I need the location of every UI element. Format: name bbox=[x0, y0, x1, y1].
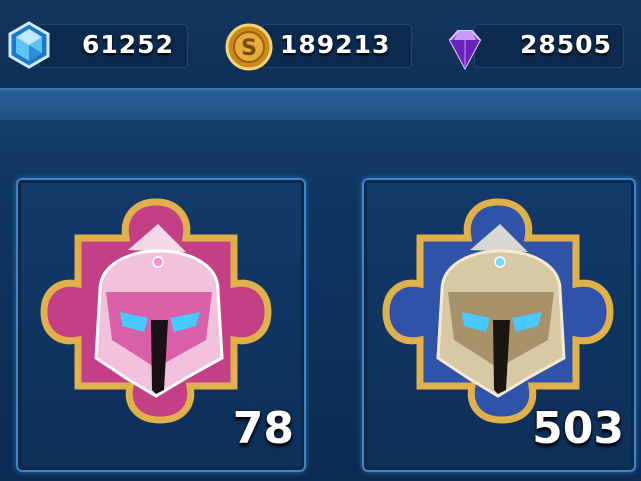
gold-coin-icon: S bbox=[225, 23, 273, 71]
item-count: 503 bbox=[532, 403, 624, 454]
purple-gem-icon bbox=[448, 30, 482, 71]
blue-crystal-icon bbox=[8, 21, 50, 69]
gem-value: 28505 bbox=[520, 30, 612, 59]
item-count: 78 bbox=[232, 403, 294, 454]
crystal-value: 61252 bbox=[82, 30, 174, 59]
section-divider bbox=[0, 88, 641, 120]
svg-text:S: S bbox=[241, 36, 257, 61]
item-card-gold-helmet[interactable]: 503 bbox=[362, 178, 636, 472]
item-card-pink-helmet[interactable]: 78 bbox=[16, 178, 306, 472]
gold-value: 189213 bbox=[280, 30, 391, 59]
